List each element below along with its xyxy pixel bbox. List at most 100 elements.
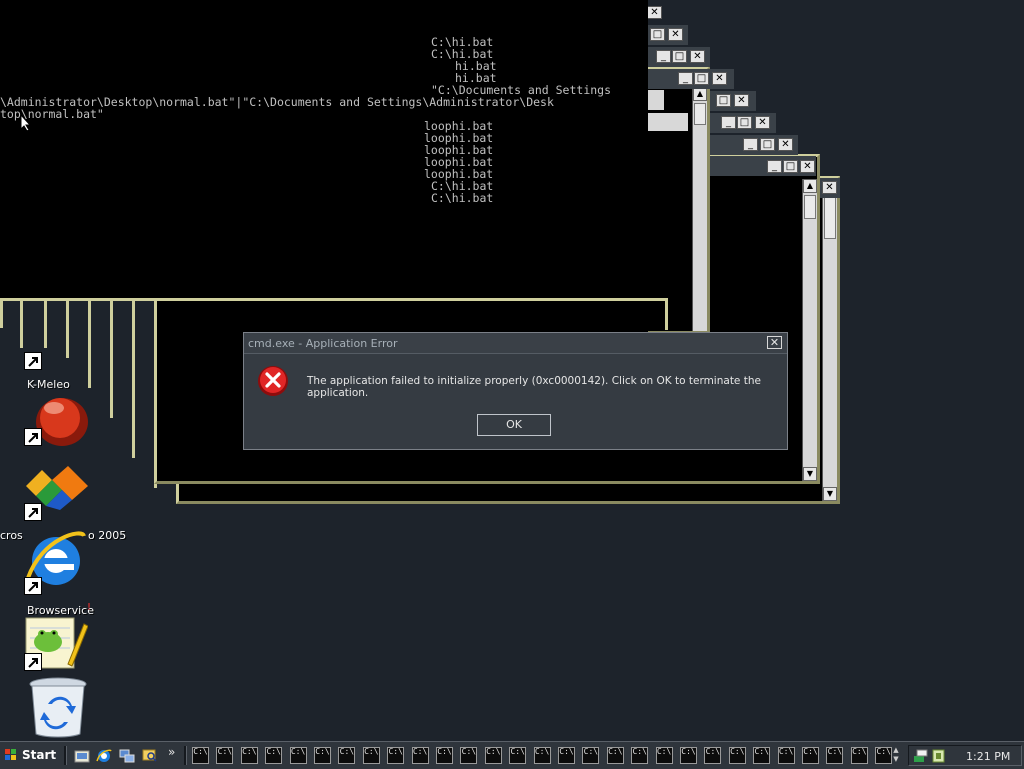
maximize-icon[interactable]: □	[694, 72, 709, 85]
application-error-dialog: cmd.exe - Application Error ✕ The applic…	[243, 332, 788, 450]
maximize-icon[interactable]: □	[672, 50, 687, 63]
task-button[interactable]: C:\	[338, 747, 356, 764]
desktop-icon-label[interactable]: cros	[0, 529, 23, 542]
task-button[interactable]: C:\	[704, 747, 722, 764]
desktop-icon-recycle-bin[interactable]	[26, 676, 90, 738]
task-button[interactable]: C:\	[509, 747, 527, 764]
start-button[interactable]: Start	[2, 745, 58, 766]
task-button[interactable]: C:\	[606, 747, 624, 764]
taskbar-scroll-arrows[interactable]: ▲ ▼	[890, 746, 902, 766]
scroll-up-button[interactable]: ▲	[803, 179, 817, 193]
task-button[interactable]: C:\	[631, 747, 649, 764]
shortcut-arrow-icon	[24, 577, 42, 595]
task-button[interactable]: C:\	[460, 747, 478, 764]
task-button[interactable]: C:\	[655, 747, 673, 764]
task-button[interactable]: C:\	[265, 747, 283, 764]
shortcut-arrow-icon	[24, 428, 42, 446]
minimize-icon[interactable]: _	[678, 72, 693, 85]
task-button[interactable]: C:\	[411, 747, 429, 764]
error-icon	[258, 366, 288, 396]
recycle-bin-icon	[29, 677, 87, 738]
taskbar-separator	[64, 746, 67, 765]
dialog-message: The application failed to initialize pro…	[307, 375, 761, 399]
close-icon[interactable]: ✕	[668, 28, 683, 41]
volume-tray-icon[interactable]	[931, 748, 947, 764]
task-button[interactable]: C:\	[558, 747, 575, 764]
task-button[interactable]: C:\	[753, 747, 771, 764]
notification-mark-icon: !	[87, 602, 92, 613]
quick-launch-chevron[interactable]: »	[168, 745, 175, 759]
task-button[interactable]: C:\	[680, 747, 697, 764]
console-body-grey	[648, 90, 664, 110]
close-icon[interactable]: ✕	[690, 50, 705, 63]
close-icon[interactable]: ✕	[778, 138, 793, 151]
internet-explorer-icon[interactable]	[96, 748, 112, 764]
close-icon[interactable]: ✕	[647, 6, 662, 19]
close-icon[interactable]: ✕	[712, 72, 727, 85]
mouse-pointer-icon	[20, 114, 32, 132]
task-button[interactable]: C:\	[436, 747, 453, 764]
task-button[interactable]: C:\	[216, 747, 234, 764]
maximize-icon[interactable]: □	[760, 138, 775, 151]
scrollbar[interactable]: ▲ ▼	[802, 179, 817, 481]
maximize-icon[interactable]: □	[650, 28, 665, 41]
task-button[interactable]: C:\	[533, 747, 551, 764]
desktop-icon-label[interactable]: o 2005	[88, 529, 126, 542]
scroll-thumb[interactable]	[694, 103, 706, 125]
console-body-grey	[648, 113, 688, 131]
minimize-icon[interactable]: _	[721, 116, 736, 129]
task-button[interactable]: C:\	[850, 747, 868, 764]
ok-button[interactable]: OK	[477, 414, 551, 436]
dialog-title: cmd.exe - Application Error	[248, 337, 398, 350]
network-tray-icon[interactable]	[913, 748, 929, 764]
close-icon[interactable]: ✕	[734, 94, 749, 107]
taskbar-separator	[184, 746, 187, 765]
start-label: Start	[22, 748, 57, 762]
close-icon[interactable]: ✕	[800, 160, 815, 173]
scroll-up-button[interactable]: ▲	[693, 87, 707, 101]
scroll-down-button[interactable]: ▼	[823, 487, 837, 501]
network-icon[interactable]	[119, 748, 135, 764]
shortcut-arrow-icon	[24, 503, 42, 521]
maximize-icon[interactable]: □	[783, 160, 798, 173]
scroll-thumb[interactable]	[804, 195, 816, 219]
minimize-icon[interactable]: _	[743, 138, 758, 151]
maximize-icon[interactable]: □	[716, 94, 731, 107]
minimize-icon[interactable]: _	[767, 160, 782, 173]
command-prompt-window[interactable]: C:\hi.bat C:\hi.bat hi.bat hi.bat "C:\Do…	[0, 0, 648, 300]
scrollbar[interactable]: ▲	[692, 87, 707, 331]
task-button[interactable]: C:\	[387, 747, 405, 764]
scroll-thumb[interactable]	[824, 195, 836, 239]
close-icon[interactable]: ✕	[767, 336, 782, 349]
task-button[interactable]: C:\	[728, 747, 746, 764]
task-button[interactable]: C:\	[802, 747, 819, 764]
maximize-icon[interactable]: □	[737, 116, 752, 129]
task-button[interactable]: C:\	[362, 747, 380, 764]
close-icon[interactable]: ✕	[755, 116, 770, 129]
taskbar: Start » C:\ C:\ C:\ C:\ C:\ C:\ C:\ C:\ C:\ C:\ C:…	[0, 741, 1024, 769]
frame-bottom	[0, 300, 668, 330]
shortcut-arrow-icon	[24, 352, 42, 370]
shortcut-arrow-icon	[24, 653, 42, 671]
task-button[interactable]: C:\	[777, 747, 795, 764]
dialog-titlebar[interactable]: cmd.exe - Application Error ✕	[244, 333, 787, 354]
minimize-icon[interactable]: _	[656, 50, 671, 63]
task-button[interactable]: C:\	[582, 747, 600, 764]
console-bottom-edge	[0, 298, 668, 301]
task-button[interactable]: C:\	[826, 747, 844, 764]
clock[interactable]: 1:21 PM	[966, 750, 1010, 763]
desktop-icon-label[interactable]: K-Meleo	[27, 378, 70, 391]
console-line: C:\hi.bat	[431, 191, 494, 205]
task-button[interactable]: C:\	[314, 747, 331, 764]
scroll-down-button[interactable]: ▼	[803, 467, 817, 481]
scrollbar[interactable]: ▲ ▼	[822, 179, 837, 501]
close-icon[interactable]: ✕	[822, 181, 837, 194]
search-icon[interactable]	[142, 748, 158, 764]
windows-logo-icon	[5, 749, 16, 760]
show-desktop-icon[interactable]	[74, 748, 90, 764]
task-button[interactable]: C:\	[484, 747, 502, 764]
console-line: top\normal.bat"	[0, 107, 104, 121]
task-button[interactable]: C:\	[192, 747, 209, 764]
task-button[interactable]: C:\	[240, 747, 258, 764]
task-button[interactable]: C:\	[289, 747, 307, 764]
